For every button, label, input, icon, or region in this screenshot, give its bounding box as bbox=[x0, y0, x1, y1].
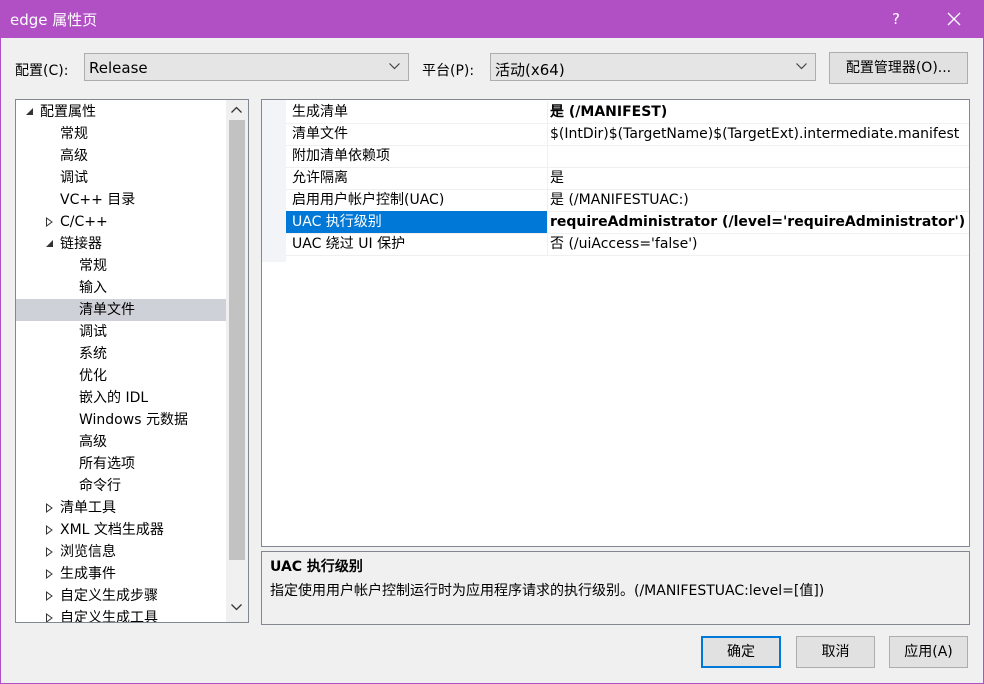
apply-button[interactable]: 应用(A) bbox=[889, 636, 968, 668]
property-row[interactable]: 允许隔离是 bbox=[286, 167, 969, 190]
config-dropdown[interactable]: Release bbox=[84, 53, 409, 81]
property-value[interactable]: 是 (/MANIFESTUAC:) bbox=[548, 189, 969, 211]
help-button[interactable]: ? bbox=[880, 0, 912, 38]
tree-item[interactable]: 高级 bbox=[60, 145, 88, 167]
close-icon bbox=[947, 12, 961, 26]
tree-item[interactable]: 链接器 bbox=[60, 233, 102, 255]
property-value[interactable]: 是 bbox=[548, 167, 969, 189]
tree-collapsed-icon[interactable] bbox=[44, 519, 56, 541]
tree-item[interactable]: 清单工具 bbox=[60, 497, 116, 519]
tree-expanded-icon[interactable] bbox=[24, 101, 36, 123]
config-value: Release bbox=[89, 59, 148, 77]
property-name[interactable]: 清单文件 bbox=[286, 123, 548, 145]
property-row[interactable]: 生成清单是 (/MANIFEST) bbox=[286, 101, 969, 124]
property-tree: 配置属性 常规 高级 调试 VC++ 目录 C/C++ 链接器 常规 输入 清单文件 调试 系统 优化嵌… bbox=[15, 99, 249, 623]
scroll-thumb[interactable] bbox=[229, 120, 245, 560]
property-value[interactable]: $(IntDir)$(TargetName)$(TargetExt).inter… bbox=[548, 123, 969, 145]
description-panel: UAC 执行级别 指定使用用户帐户控制运行时为应用程序请求的执行级别。(/MAN… bbox=[261, 551, 970, 625]
tree-item[interactable]: 清单文件 bbox=[79, 299, 135, 321]
property-row[interactable]: 启用用户帐户控制(UAC) 是 (/MANIFESTUAC:) bbox=[286, 189, 969, 212]
property-row[interactable]: UAC 绕过 UI 保护否 (/uiAccess='false') bbox=[286, 233, 969, 256]
tree-item[interactable]: Windows 元数据 bbox=[79, 409, 188, 431]
config-label: 配置(C): bbox=[15, 63, 69, 79]
property-name[interactable]: 启用用户帐户控制(UAC) bbox=[286, 189, 548, 211]
tree-collapsed-icon[interactable] bbox=[44, 211, 56, 233]
config-manager-button[interactable]: 配置管理器(O)... bbox=[829, 52, 968, 84]
scroll-up-icon[interactable] bbox=[231, 106, 242, 113]
tree-item[interactable]: XML 文档生成器 bbox=[60, 519, 164, 541]
tree-item[interactable]: 自定义生成工具 bbox=[60, 607, 158, 622]
property-name[interactable]: UAC 绕过 UI 保护 bbox=[286, 233, 548, 255]
tree-collapsed-icon[interactable] bbox=[44, 607, 56, 622]
title-bar: edge 属性页 ? bbox=[0, 0, 984, 38]
property-name[interactable]: 允许隔离 bbox=[286, 167, 548, 189]
tree-item[interactable]: C/C++ bbox=[60, 211, 108, 233]
dialog-client: 配置(C): Release 平台(P): 活动(x64) 配置管理器(O)..… bbox=[1, 38, 983, 683]
tree-item[interactable]: 输入 bbox=[79, 277, 107, 299]
property-value[interactable] bbox=[548, 145, 969, 167]
property-row[interactable]: UAC 执行级别 requireAdministrator (/level='re… bbox=[286, 211, 969, 234]
property-value[interactable]: requireAdministrator (/level='requireAdm… bbox=[548, 211, 969, 233]
tree-item[interactable]: 高级 bbox=[79, 431, 107, 453]
description-text: 指定使用用户帐户控制运行时为应用程序请求的执行级别。(/MANIFESTUAC:… bbox=[270, 583, 825, 599]
window-title: edge 属性页 bbox=[10, 11, 98, 29]
tree-item[interactable]: 常规 bbox=[60, 123, 88, 145]
tree-scrollbar[interactable] bbox=[226, 100, 248, 622]
platform-dropdown[interactable]: 活动(x64) bbox=[490, 53, 816, 81]
tree-collapsed-icon[interactable] bbox=[44, 541, 56, 563]
chevron-down-icon bbox=[389, 63, 400, 70]
tree-item[interactable]: VC++ 目录 bbox=[60, 189, 135, 211]
grid-gutter bbox=[262, 100, 286, 262]
tree-item[interactable]: 嵌入的 IDL bbox=[79, 387, 148, 409]
tree-item[interactable]: 系统 bbox=[79, 343, 107, 365]
property-name[interactable]: 附加清单依赖项 bbox=[286, 145, 548, 167]
close-button[interactable] bbox=[936, 0, 972, 38]
tree-item[interactable]: 调试 bbox=[60, 167, 88, 189]
tree-item[interactable]: 调试 bbox=[79, 321, 107, 343]
cancel-button[interactable]: 取消 bbox=[796, 636, 875, 668]
tree-collapsed-icon[interactable] bbox=[44, 585, 56, 607]
tree-expanded-icon[interactable] bbox=[44, 233, 56, 255]
ok-button[interactable]: 确定 bbox=[701, 636, 781, 668]
tree-item[interactable]: 常规 bbox=[79, 255, 107, 277]
tree-item[interactable]: 生成事件 bbox=[60, 563, 116, 585]
tree-item[interactable]: 命令行 bbox=[79, 475, 121, 497]
tree-item[interactable]: 配置属性 bbox=[40, 101, 96, 123]
tree-collapsed-icon[interactable] bbox=[44, 497, 56, 519]
platform-value: 活动(x64) bbox=[495, 61, 565, 79]
property-row[interactable]: 清单文件 $(IntDir)$(TargetName)$(TargetExt).i… bbox=[286, 123, 969, 146]
tree-item[interactable]: 所有选项 bbox=[79, 453, 135, 475]
tree-collapsed-icon[interactable] bbox=[44, 563, 56, 585]
property-row[interactable]: 附加清单依赖项 bbox=[286, 145, 969, 168]
property-name[interactable]: UAC 执行级别 bbox=[286, 211, 548, 233]
property-grid: 生成清单是 (/MANIFEST) 清单文件 $(IntDir)$(TargetNa… bbox=[261, 99, 970, 547]
property-value[interactable]: 是 (/MANIFEST) bbox=[548, 101, 969, 123]
chevron-down-icon bbox=[796, 63, 807, 70]
property-value[interactable]: 否 (/uiAccess='false') bbox=[548, 233, 969, 255]
tree-item[interactable]: 浏览信息 bbox=[60, 541, 116, 563]
tree-item[interactable]: 自定义生成步骤 bbox=[60, 585, 158, 607]
scroll-down-icon[interactable] bbox=[231, 604, 242, 611]
tree-item[interactable]: 优化 bbox=[79, 365, 107, 387]
property-name[interactable]: 生成清单 bbox=[286, 101, 548, 123]
platform-label: 平台(P): bbox=[422, 63, 475, 79]
description-title: UAC 执行级别 bbox=[270, 559, 363, 575]
